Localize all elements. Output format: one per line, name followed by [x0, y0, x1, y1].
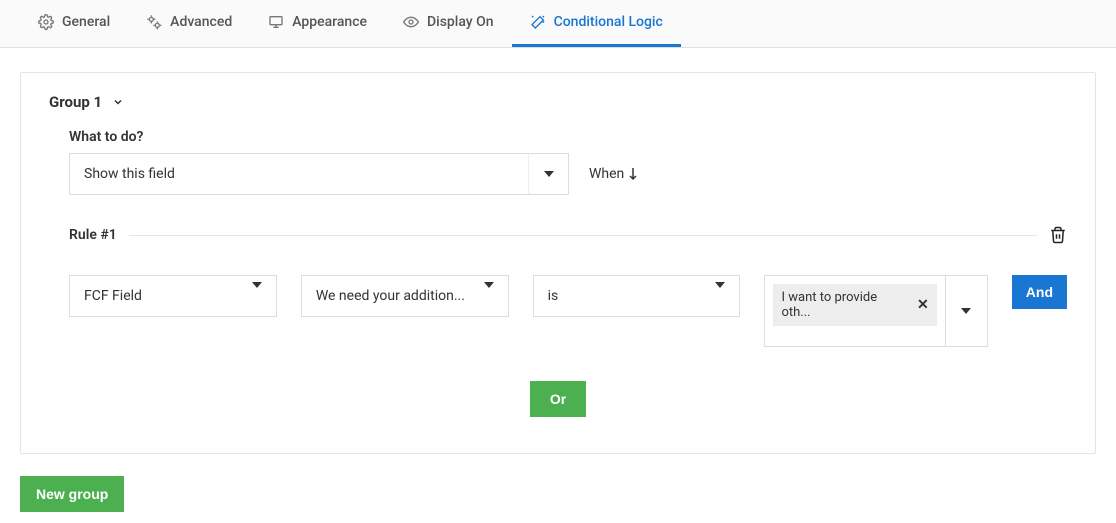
- group-title: Group 1: [49, 93, 102, 111]
- what-to-do-label: What to do?: [69, 129, 1067, 145]
- chips-area: I want to provide oth... ✕: [765, 276, 944, 346]
- magic-wand-icon: [530, 14, 546, 30]
- gear-icon: [38, 14, 54, 30]
- rule-header: Rule #1: [69, 225, 1067, 245]
- field-type-select[interactable]: FCF Field: [69, 275, 277, 317]
- or-button[interactable]: Or: [530, 381, 586, 417]
- value-chip: I want to provide oth... ✕: [773, 284, 936, 326]
- tabs-bar: General Advanced Appearance Display On C…: [0, 0, 1116, 48]
- dropdown-arrow-icon: [528, 154, 568, 194]
- action-select[interactable]: Show this field: [69, 153, 569, 195]
- tab-label: Display On: [427, 14, 494, 30]
- trash-icon[interactable]: [1049, 225, 1067, 245]
- tab-label: General: [62, 14, 110, 30]
- conditional-logic-panel: Group 1 What to do? Show this field When…: [20, 72, 1096, 454]
- tab-appearance[interactable]: Appearance: [250, 0, 385, 47]
- dropdown-arrow-icon: [252, 288, 262, 304]
- dropdown-arrow-icon: [715, 288, 725, 304]
- when-label: When: [589, 166, 624, 182]
- chip-label: I want to provide oth...: [781, 290, 909, 320]
- field-select[interactable]: We need your addition...: [301, 275, 509, 317]
- monitor-icon: [268, 14, 284, 30]
- remove-chip-icon[interactable]: ✕: [917, 297, 929, 313]
- operator-select[interactable]: is: [533, 275, 741, 317]
- divider: [129, 235, 1037, 236]
- group-header[interactable]: Group 1: [49, 93, 1067, 111]
- tab-label: Appearance: [292, 14, 367, 30]
- operator-value: is: [548, 288, 559, 304]
- field-type-value: FCF Field: [84, 288, 142, 304]
- and-button[interactable]: And: [1012, 275, 1067, 309]
- field-value: We need your addition...: [316, 288, 465, 304]
- new-group-button[interactable]: New group: [20, 476, 124, 512]
- tab-label: Conditional Logic: [554, 14, 663, 30]
- tab-label: Advanced: [170, 14, 232, 30]
- arrow-down-icon: [628, 167, 638, 181]
- tab-general[interactable]: General: [20, 0, 128, 47]
- chevron-down-icon: [112, 96, 124, 108]
- dropdown-arrow-icon[interactable]: [945, 276, 987, 346]
- dropdown-arrow-icon: [484, 288, 494, 304]
- when-label-container: When: [589, 166, 638, 182]
- action-select-value: Show this field: [84, 166, 175, 182]
- tab-display-on[interactable]: Display On: [385, 0, 512, 47]
- value-multiselect[interactable]: I want to provide oth... ✕: [764, 275, 987, 347]
- tab-advanced[interactable]: Advanced: [128, 0, 250, 47]
- tab-conditional-logic[interactable]: Conditional Logic: [512, 0, 681, 47]
- gears-icon: [146, 14, 162, 30]
- eye-icon: [403, 14, 419, 30]
- rule-title: Rule #1: [69, 227, 129, 243]
- rule-row: FCF Field We need your addition... is I …: [69, 275, 1067, 347]
